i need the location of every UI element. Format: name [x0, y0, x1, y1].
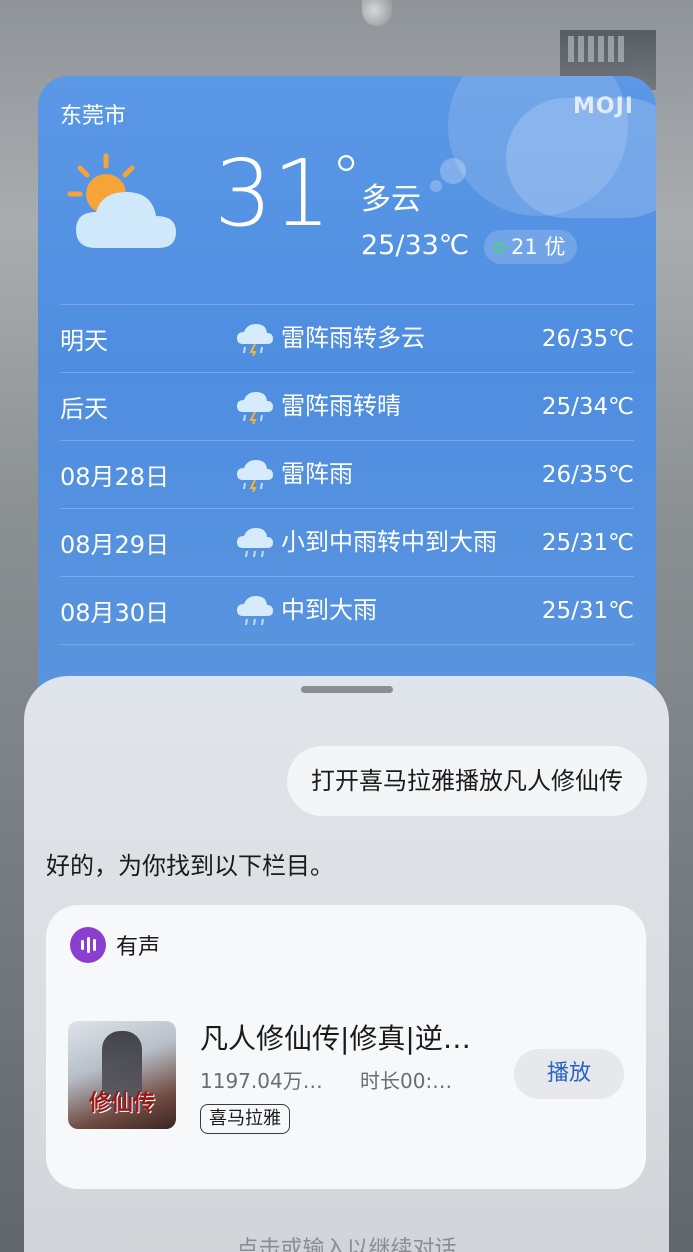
forecast-day: 08月30日 [60, 599, 170, 627]
play-button[interactable]: 播放 [514, 1049, 624, 1099]
thunderstorm-icon [237, 459, 273, 492]
item-title[interactable]: 凡人修仙传|修真|逆… [200, 1017, 500, 1057]
thunderstorm-icon [237, 391, 273, 424]
duration: 时长00:… [360, 1069, 453, 1093]
forecast-temp: 26/35℃ [541, 325, 634, 352]
rain-icon [237, 595, 273, 625]
forecast-temp: 25/31℃ [541, 597, 634, 624]
weather-widget[interactable]: 东莞市 MOJI 31° 多云 25/33℃ 21 优 明天 雷阵雨转多云 26… [38, 76, 656, 716]
forecast-description: 雷阵雨 [281, 459, 353, 488]
aqi-badge: 21 优 [484, 230, 578, 264]
forecast-description: 雷阵雨转多云 [281, 323, 425, 352]
app-name: 有声 [116, 935, 161, 960]
moji-logo: MOJI [573, 94, 634, 119]
aqi-dot-icon [494, 241, 505, 253]
temperature-value: 31 [214, 140, 332, 247]
forecast-day: 后天 [60, 395, 108, 423]
continue-hint: 点击或输入以继续对话 [236, 1237, 457, 1252]
assistant-reply: 好的，为你找到以下栏目。 [46, 852, 334, 880]
drag-handle[interactable] [301, 686, 393, 693]
forecast-day: 08月28日 [60, 463, 170, 491]
city-name: 东莞市 [60, 104, 127, 129]
current-condition: 多云 [361, 182, 421, 217]
forecast-row[interactable]: 明天 雷阵雨转多云 26/35℃ [60, 304, 634, 372]
thunderstorm-icon [237, 323, 273, 356]
album-cover[interactable]: 修仙传 [68, 1021, 176, 1129]
forecast-row[interactable]: 后天 雷阵雨转晴 25/34℃ [60, 372, 634, 440]
forecast-temp: 25/31℃ [541, 529, 634, 556]
forecast-description: 小到中雨转中到大雨 [281, 527, 497, 556]
rain-icon [237, 527, 273, 557]
partly-cloudy-icon [67, 153, 176, 248]
temperature-range: 25/33℃ [361, 230, 470, 261]
forecast-temp: 26/35℃ [541, 461, 634, 488]
forecast-row[interactable]: 08月28日 雷阵雨 26/35℃ [60, 440, 634, 508]
assistant-sheet: 打开喜马拉雅播放凡人修仙传 好的，为你找到以下栏目。 有声 修仙传 凡人修仙传|… [24, 676, 669, 1252]
forecast-row[interactable]: 08月30日 中到大雨 25/31℃ [60, 576, 634, 644]
forecast-temp: 25/34℃ [541, 393, 634, 420]
forecast-description: 中到大雨 [281, 595, 377, 624]
forecast-description: 雷阵雨转晴 [281, 391, 401, 420]
play-count: 1197.04万… [200, 1069, 323, 1093]
aqi-label: 21 优 [511, 235, 566, 259]
water-drop-decoration [362, 0, 392, 26]
decor-bubble [440, 158, 466, 184]
result-card[interactable]: 有声 修仙传 凡人修仙传|修真|逆… 1197.04万… 时长00:… 喜马拉雅… [46, 905, 646, 1189]
cover-title: 修仙传 [88, 1090, 155, 1116]
forecast-day: 08月29日 [60, 531, 170, 559]
user-message-bubble: 打开喜马拉雅播放凡人修仙传 [287, 746, 647, 816]
decor-bubble-small [430, 180, 442, 192]
source-tag: 喜马拉雅 [200, 1104, 290, 1134]
forecast-row[interactable]: 08月29日 小到中雨转中到大雨 25/31℃ [60, 508, 634, 576]
audio-app-icon [70, 927, 106, 963]
forecast-list: 明天 雷阵雨转多云 26/35℃ 后天 雷阵雨转晴 25/34℃ 08月28日 [60, 304, 634, 712]
forecast-day: 明天 [60, 327, 108, 355]
current-temperature: 31° [214, 148, 361, 240]
degree-symbol: ° [331, 143, 362, 213]
